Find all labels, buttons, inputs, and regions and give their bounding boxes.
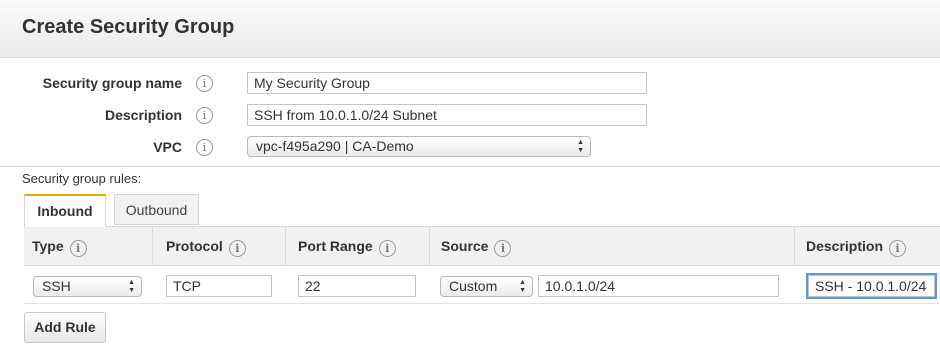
security-group-name-input[interactable]: My Security Group	[247, 72, 647, 94]
info-icon[interactable]	[196, 139, 213, 156]
info-icon[interactable]	[69, 240, 87, 257]
page-header: Create Security Group	[0, 0, 940, 58]
add-rule-button[interactable]: Add Rule	[24, 312, 106, 343]
tab-outbound[interactable]: Outbound	[114, 194, 199, 225]
column-header-protocol: Protocol	[166, 238, 246, 257]
rule-type-value: SSH	[42, 278, 71, 294]
section-divider	[0, 166, 940, 167]
rule-protocol-field: TCP	[166, 275, 272, 297]
rule-source-type-value: Custom	[449, 278, 498, 294]
vpc-label: VPC	[153, 139, 182, 155]
info-icon[interactable]	[196, 75, 213, 92]
rule-port-range-field: 22	[298, 275, 416, 297]
vpc-select[interactable]: vpc-f495a290 | CA-Demo ▲ ▼	[247, 136, 591, 157]
info-icon[interactable]	[889, 240, 907, 257]
select-arrows-icon: ▲ ▼	[577, 139, 584, 154]
select-arrows-icon: ▲ ▼	[128, 279, 135, 294]
info-icon[interactable]	[196, 107, 213, 124]
description-label: Description	[104, 107, 182, 123]
rule-type-select[interactable]: SSH ▲ ▼	[33, 276, 142, 297]
column-header-source: Source	[441, 238, 512, 257]
info-icon[interactable]	[494, 240, 512, 257]
column-divider	[285, 226, 286, 266]
column-divider	[429, 226, 430, 266]
info-icon[interactable]	[378, 240, 396, 257]
rule-source-select[interactable]: Custom ▲ ▼	[440, 276, 533, 297]
rule-description-value: SSH - 10.0.1.0/24	[815, 278, 927, 294]
column-divider	[152, 226, 153, 266]
description-input[interactable]: SSH from 10.0.1.0/24 Subnet	[247, 104, 647, 126]
rule-source-input[interactable]: 10.0.1.0/24	[538, 275, 779, 297]
tab-inbound[interactable]: Inbound	[24, 194, 106, 227]
vpc-select-value: vpc-f495a290 | CA-Demo	[256, 138, 414, 154]
security-group-name-label: Security group name	[42, 75, 182, 91]
column-header-description: Description	[806, 238, 907, 257]
column-header-type: Type	[32, 238, 87, 257]
select-arrows-icon: ▲ ▼	[519, 279, 526, 294]
info-icon[interactable]	[228, 240, 246, 257]
column-header-port-range: Port Range	[298, 238, 396, 257]
page-title: Create Security Group	[22, 16, 235, 38]
rule-description-input[interactable]: SSH - 10.0.1.0/24	[806, 273, 937, 299]
rules-section-label: Security group rules:	[22, 171, 142, 186]
row-divider	[24, 303, 940, 304]
column-divider	[794, 226, 795, 266]
